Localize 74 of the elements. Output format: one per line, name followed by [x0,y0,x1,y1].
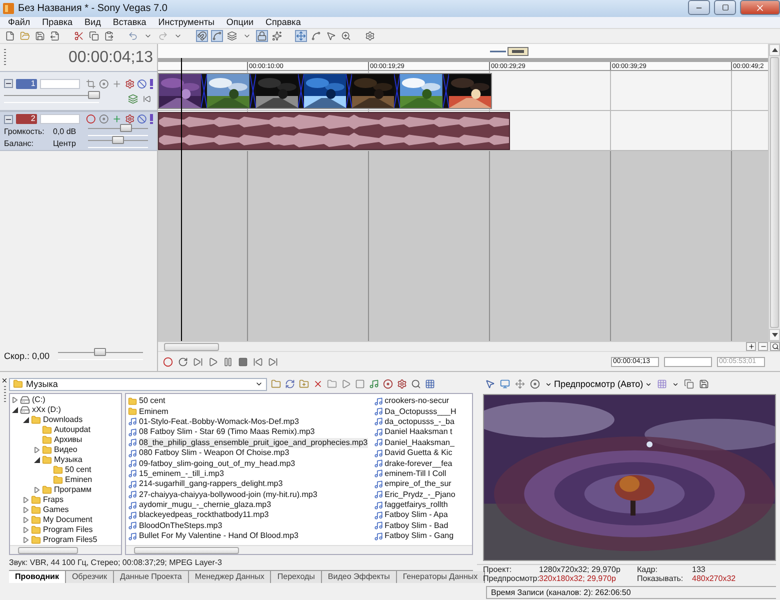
file-item[interactable]: faggetfairys_rollth [384,500,448,510]
info-value: 320x180x32; 29,970p [539,574,617,583]
track-header[interactable]: 1 [0,71,157,111]
file-info: Звук: VBR, 44 100 Гц, Стерео; 00:08:37;29; MPEG Layer-3 [9,557,224,568]
file-item[interactable]: eminem-Till I Coll [384,468,446,479]
window-title: Без Названия * - Sony Vegas 7.0 [18,3,168,14]
tree-item[interactable]: Program Files5 [43,535,98,545]
balance-label: Баланс: [4,139,34,148]
file-item[interactable]: 214-sugarhill_gang-rappers_delight.mp3 [139,479,283,490]
info-label: Кадр: [637,565,658,574]
info-value: 133 [692,565,706,574]
menu-item[interactable]: Справка [260,17,307,28]
info-value: 480x270x32 [692,574,737,583]
tree-item[interactable]: Программ [54,485,92,495]
menu-item[interactable]: Правка [36,17,79,28]
menu-item[interactable]: Инструменты [152,17,220,28]
file-item[interactable]: 27-chaiyya-chaiyya-bollywood-join (my-hit.ru).mp3 [139,490,318,500]
tree-item[interactable]: (C:) [32,395,46,405]
balance-value: Центр [53,139,77,148]
file-item[interactable]: 080 Fatboy Slim - Weapon Of Choise.mp3 [139,448,290,458]
file-item[interactable]: David Guetta & Kic [384,448,452,458]
track-header[interactable]: 2 Громкость: 0,0 dB Баланс: Центр [0,111,157,151]
file-item[interactable]: 08 Fatboy Slim - Star 69 (Timo Maas Remix).mp3 [139,427,315,438]
file-item[interactable]: aydomir_mugu_-_chernie_glaza.mp3 [139,500,272,510]
rate-label: Скор.: 0,00 [4,351,50,361]
menu-item[interactable]: Вид [78,17,107,28]
path-dropdown[interactable]: Музыка [9,378,267,390]
file-item[interactable]: 15_eminem_-_till_i.mp3 [139,468,224,479]
file-item[interactable]: empire_of_the_sur [384,479,452,490]
tree-item[interactable]: Downloads [43,415,83,425]
menu-item[interactable]: Файл [2,17,36,28]
file-item[interactable]: Daniel_Haaksman_ [384,438,454,448]
file-item[interactable]: Eric_Prydz_-_Pjano [384,490,456,500]
file-item[interactable]: Daniel Haaksman t [384,427,452,438]
tree-item[interactable]: Program Files [43,525,93,535]
info-label: Предпросмотр: [483,574,539,583]
file-item[interactable]: da_octopusss_-_ba [384,416,454,427]
file-item[interactable]: 01-Stylo-Feat.-Bobby-Womack-Mos-Def.mp3 [139,416,299,427]
info-label: Показывать: [637,574,684,583]
file-item[interactable]: 08_the_philip_glass_ensemble_pruit_igoe_and_prophecies.mp3 [139,438,368,448]
volume-value: 0,0 dB [53,127,78,136]
file-item[interactable]: Eminem [139,406,168,417]
menu-item[interactable]: Опции [220,17,260,28]
tree-item[interactable]: Архивы [54,435,82,445]
tree-item[interactable]: My Document [43,515,92,525]
preview-quality-dropdown[interactable]: Предпросмотр (Авто) [545,379,652,389]
tree-item[interactable]: Видео [54,445,78,455]
volume-label: Громкость: [4,127,46,136]
file-item[interactable]: 50 cent [139,396,166,406]
file-item[interactable]: Fatboy Slim - Apa [384,510,448,520]
tree-item[interactable]: Fraps [43,495,64,505]
info-value: 1280x720x32; 29,970p [539,565,622,574]
record-time-status: Время Записи (каналов: 2): 262:06:50 [486,586,776,599]
tree-item[interactable]: Games [43,505,69,515]
tree-item[interactable]: xXx (D:) [32,405,61,415]
tree-item[interactable]: Autoupdat [54,425,90,435]
current-time: 00:00:04;13 [68,48,153,66]
file-item[interactable]: Fatboy Slim - Gang [384,531,454,542]
file-item[interactable]: Da_Octopusss___H [384,406,456,417]
file-item[interactable]: 09-fatboy_slim-going_out_of_my_head.mp3 [139,458,296,469]
file-item[interactable]: Fatboy Slim - Bad [384,520,448,531]
tree-item[interactable]: 50 cent [65,465,92,475]
info-label: Проект: [483,565,513,574]
track-number: 1 [16,78,38,88]
tree-item[interactable]: Eminen [65,475,92,485]
tree-item[interactable]: Музыка [54,455,82,465]
file-item[interactable]: blackeyedpeas_rockthatbody11.mp3 [139,510,269,520]
file-item[interactable]: crookers-no-secur [384,396,450,406]
file-item[interactable]: Bullet For My Valentine - Hand Of Blood.mp3 [139,531,298,542]
file-item[interactable]: BloodOnTheSteps.mp3 [139,520,222,531]
file-item[interactable]: drake-forever__fea [384,458,452,469]
menu-item[interactable]: Вставка [106,17,152,28]
track-number: 2 [16,114,38,124]
tab[interactable]: Проводник [9,571,66,583]
